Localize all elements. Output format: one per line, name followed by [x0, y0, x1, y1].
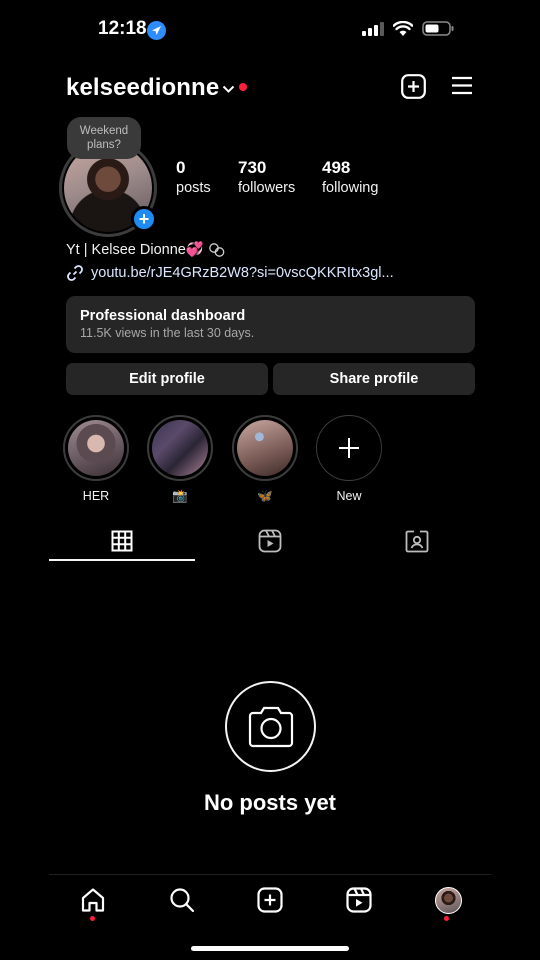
dashboard-subtitle: 11.5K views in the last 30 days. [80, 326, 255, 340]
wifi-icon [393, 21, 413, 36]
search-icon [170, 888, 195, 913]
following-label: following [322, 180, 379, 196]
stat-followers[interactable]: 730 followers [238, 158, 295, 196]
nav-create[interactable] [255, 885, 285, 915]
bio-text: Yt | Kelsee Dionne💞 [66, 242, 204, 258]
professional-dashboard-card[interactable]: Professional dashboard 11.5K views in th… [66, 296, 475, 353]
followers-count: 730 [238, 158, 267, 177]
highlight-label: 🦋 [257, 489, 273, 503]
tagged-icon [405, 530, 429, 553]
nav-search[interactable] [167, 885, 197, 915]
posts-label: posts [176, 180, 211, 196]
link-text[interactable]: youtu.be/rJE4GRzB2W8?si=0vscQKKRItx3gl..… [91, 265, 394, 281]
hamburger-menu-icon[interactable] [451, 76, 473, 100]
bottom-nav-divider [49, 874, 491, 875]
add-story-plus-icon[interactable]: + [131, 206, 157, 232]
note-bubble[interactable]: Weekend plans? [67, 117, 141, 159]
highlight-camera[interactable]: 📸 [147, 415, 213, 504]
battery-icon [422, 21, 454, 36]
username-switcher[interactable]: kelseedionne [66, 74, 219, 102]
threads-icon[interactable] [208, 242, 226, 258]
create-post-icon[interactable] [401, 74, 426, 104]
edit-profile-button[interactable]: Edit profile [66, 363, 268, 395]
bio: Yt | Kelsee Dionne💞 [66, 241, 226, 258]
empty-posts-camera[interactable] [225, 681, 316, 772]
following-count: 498 [322, 158, 351, 177]
nav-home[interactable] [78, 885, 108, 915]
profile-avatar-icon [434, 886, 462, 914]
highlight-ring [232, 415, 298, 481]
grid-icon [111, 530, 133, 552]
tab-grid[interactable] [49, 522, 195, 560]
posts-count: 0 [176, 158, 186, 177]
highlight-ring [147, 415, 213, 481]
chevron-down-icon[interactable] [222, 81, 235, 99]
highlight-her[interactable]: HER [63, 415, 129, 503]
nav-profile[interactable] [433, 885, 463, 915]
status-indicators [362, 21, 454, 36]
home-icon [81, 888, 105, 912]
location-arrow-icon [147, 21, 166, 40]
home-notification-dot [90, 916, 95, 921]
link-icon [67, 265, 83, 281]
share-profile-button[interactable]: Share profile [273, 363, 475, 395]
reels-icon [258, 529, 282, 553]
highlight-label: HER [82, 489, 110, 503]
status-bar: 12:18 [0, 0, 540, 60]
highlight-cover [68, 420, 124, 476]
highlight-butterfly[interactable]: 🦋 [232, 415, 298, 504]
highlight-label: 📸 [172, 489, 188, 503]
home-indicator[interactable] [191, 946, 349, 951]
active-tab-indicator [49, 559, 195, 561]
profile-header: kelseedionne [0, 68, 540, 108]
dashboard-title: Professional dashboard [80, 308, 246, 324]
highlight-new[interactable]: New [316, 415, 382, 503]
camera-icon [248, 706, 293, 747]
plus-icon [339, 438, 359, 458]
followers-label: followers [238, 180, 296, 196]
stat-following[interactable]: 498 following [322, 158, 378, 196]
status-time: 12:18 [98, 18, 147, 39]
stat-posts: 0 posts [176, 158, 211, 196]
profile-link[interactable]: youtu.be/rJE4GRzB2W8?si=0vscQKKRItx3gl..… [66, 264, 394, 282]
highlight-cover [152, 420, 208, 476]
reels-icon [346, 887, 372, 913]
cellular-signal-icon [362, 21, 384, 36]
notification-dot [239, 83, 247, 91]
highlight-label: New [336, 489, 362, 503]
profile-notification-dot [444, 916, 449, 921]
new-highlight-ring [316, 415, 382, 481]
no-posts-message: No posts yet [203, 790, 337, 815]
tab-tagged[interactable] [344, 522, 490, 560]
tab-reels[interactable] [197, 522, 343, 560]
highlight-ring [63, 415, 129, 481]
highlight-cover [237, 420, 293, 476]
create-icon [257, 887, 283, 913]
nav-reels[interactable] [344, 885, 374, 915]
